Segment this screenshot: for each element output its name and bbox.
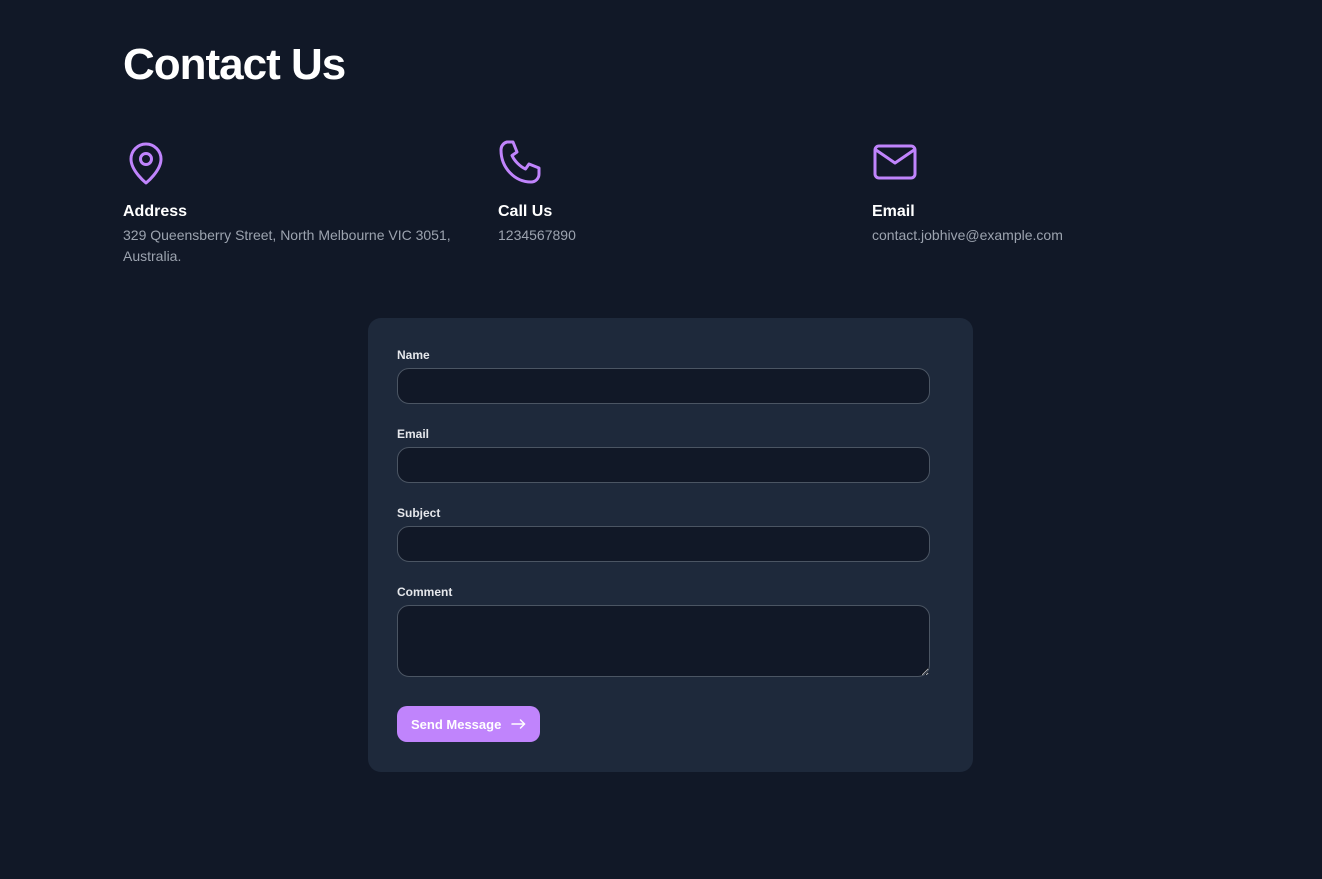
subject-label: Subject	[397, 506, 441, 520]
name-label: Name	[397, 348, 430, 362]
email-input[interactable]	[397, 447, 930, 483]
contact-form: Name Email Subject Comment Send Message	[368, 318, 973, 772]
email-title: Email	[872, 203, 915, 220]
phone-text: 1234567890	[498, 227, 576, 243]
email-field-group: Email	[397, 426, 930, 483]
contact-info-row: Address 329 Queensberry Street, North Me…	[123, 139, 1248, 279]
phone-info: Call Us 1234567890	[498, 139, 858, 246]
comment-textarea[interactable]	[397, 605, 930, 677]
send-message-label: Send Message	[411, 716, 502, 732]
phone-icon	[498, 139, 544, 185]
email-text: contact.jobhive@example.com	[872, 227, 1063, 243]
send-message-button[interactable]: Send Message	[397, 706, 541, 742]
arrow-right-icon	[511, 719, 526, 729]
page-title: Contact Us	[123, 40, 346, 89]
mail-icon	[872, 139, 918, 185]
subject-input[interactable]	[397, 526, 930, 562]
map-pin-icon	[123, 139, 169, 185]
contact-page: Contact Us Address 329 Queensberry Stree…	[0, 0, 1322, 879]
name-field-group: Name	[397, 347, 930, 404]
email-info: Email contact.jobhive@example.com	[872, 139, 1232, 246]
comment-label: Comment	[397, 585, 453, 599]
name-input[interactable]	[397, 368, 930, 404]
comment-field-group: Comment	[397, 584, 930, 677]
email-label: Email	[397, 427, 430, 441]
address-title: Address	[123, 203, 188, 220]
address-text: 329 Queensberry Street, North Melbourne …	[123, 227, 451, 264]
subject-field-group: Subject	[397, 505, 930, 562]
phone-title: Call Us	[498, 203, 553, 220]
address-info: Address 329 Queensberry Street, North Me…	[123, 139, 473, 267]
